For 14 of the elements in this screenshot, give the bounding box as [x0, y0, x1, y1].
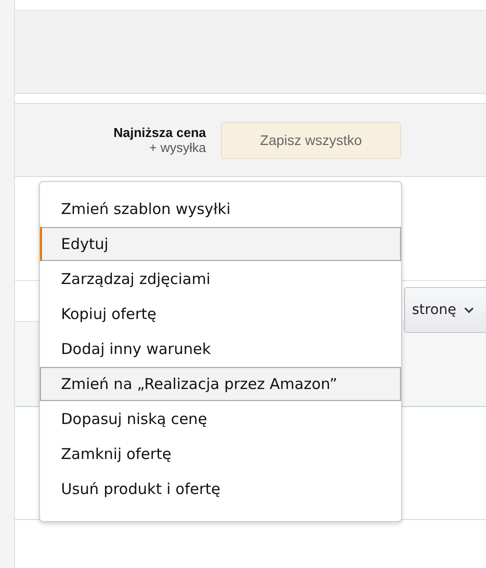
column-label: Najniższa cena: [114, 125, 206, 140]
chevron-down-icon: [464, 306, 474, 314]
menu-item[interactable]: Zamknij ofertę: [40, 437, 401, 471]
menu-item[interactable]: Usuń produkt i ofertę: [40, 472, 401, 506]
menu-item[interactable]: Zmień na „Realizacja przez Amazon”: [40, 367, 401, 401]
column-sublabel: + wysyłka: [149, 140, 206, 155]
menu-item[interactable]: Zarządzaj zdjęciami: [40, 262, 401, 296]
page-dropdown[interactable]: stronę: [404, 287, 486, 333]
menu-item[interactable]: Dopasuj niską cenę: [40, 402, 401, 436]
menu-item[interactable]: Zmień szablon wysyłki: [40, 192, 401, 226]
save-all-button[interactable]: Zapisz wszystko: [221, 122, 401, 158]
menu-item[interactable]: Kopiuj ofertę: [40, 297, 401, 331]
menu-item[interactable]: Edytuj: [40, 227, 401, 261]
menu-item[interactable]: Dodaj inny warunek: [40, 332, 401, 366]
